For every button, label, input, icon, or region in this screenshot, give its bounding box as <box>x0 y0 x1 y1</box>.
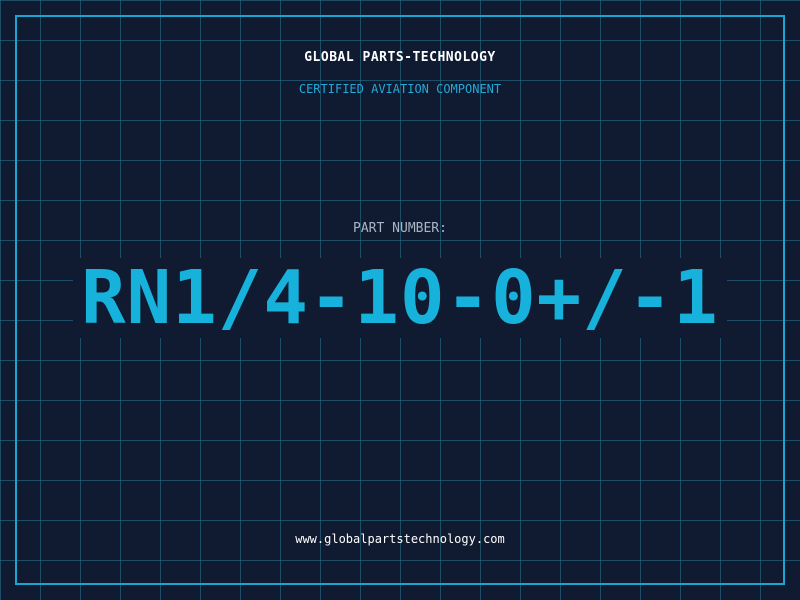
certification-subtitle: CERTIFIED AVIATION COMPONENT <box>298 82 502 96</box>
company-name: GLOBAL PARTS-TECHNOLOGY <box>304 50 496 65</box>
part-number-value: RN1/4-10-0+/-1 <box>73 258 727 338</box>
part-number-label: PART NUMBER: <box>353 221 447 236</box>
website-url: www.globalpartstechnology.com <box>295 532 505 546</box>
part-number-container: RN1/4-10-0+/-1 <box>0 258 800 338</box>
part-number-card: GLOBAL PARTS-TECHNOLOGY CERTIFIED AVIATI… <box>0 0 800 600</box>
